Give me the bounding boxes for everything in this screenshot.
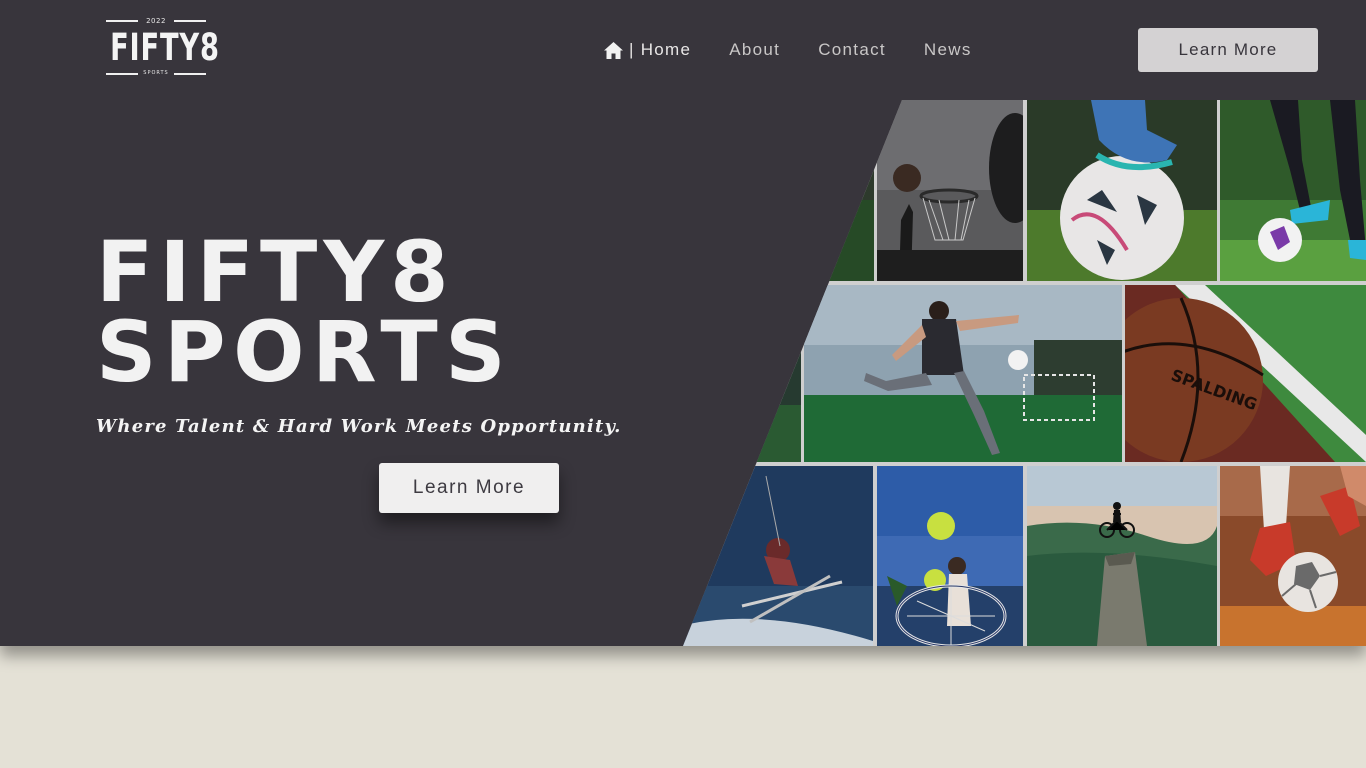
logo-wordmark: FIFTY8 [110,26,220,69]
skier-jump-photo [683,466,873,646]
home-icon [604,41,623,59]
futsal-ball-photo [1220,466,1366,646]
nav-item-label: Home [640,40,692,59]
nav-item-home[interactable]: | Home [604,40,691,60]
nav-separator: | [629,40,635,59]
collage-edge-tile [740,285,801,462]
nav-item-contact[interactable]: Contact [818,40,886,60]
logo-subtitle: SPORTS [143,70,169,76]
spalding-basketball-photo: SPALDING [1125,285,1366,462]
logo[interactable]: 2022 FIFTY8 SPORTS [100,16,220,78]
basketball-hoop-photo [877,100,1023,281]
collage-edge-tile [820,100,874,281]
hero-title-line2: SPORTS [96,303,514,401]
football-under-foot-photo [1027,100,1217,281]
tennis-player-photo [877,466,1023,646]
hero-title: FIFTY8 SPORTS [96,223,514,401]
sports-collage: SPALDING [683,100,1366,646]
logo-year: 2022 [146,17,166,25]
hero-section: 2022 FIFTY8 SPORTS | Home About Contact … [0,0,1366,646]
hero-title-line1: FIFTY8 [96,223,455,321]
nav-item-news[interactable]: News [924,40,972,60]
main-nav: | Home About Contact News [604,38,1010,62]
cyclist-mountain-photo [1027,466,1217,646]
soccer-kick-photo [804,285,1122,462]
header-learn-more-button[interactable]: Learn More [1138,28,1318,72]
nav-item-about[interactable]: About [729,40,780,60]
player-dribbling-photo [1220,100,1366,281]
hero-learn-more-button[interactable]: Learn More [379,463,559,513]
hero-tagline: Where Talent & Hard Work Meets Opportuni… [96,416,622,437]
